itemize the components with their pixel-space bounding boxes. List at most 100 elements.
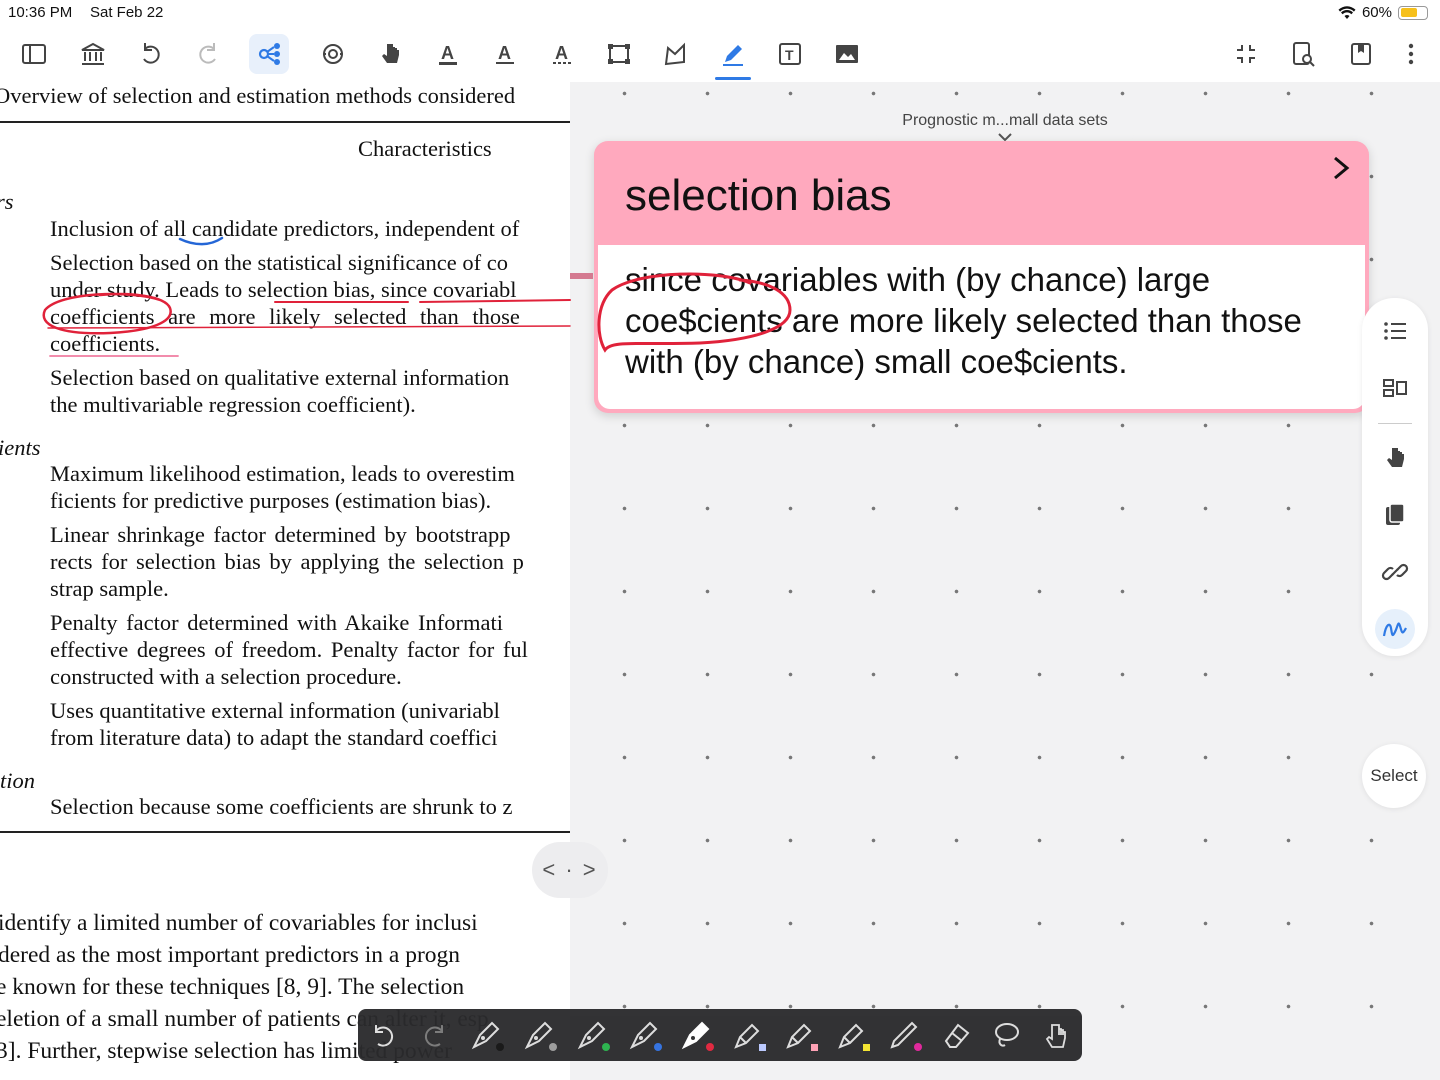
text-line: the multivariable regression coefficient… [50, 392, 416, 417]
text-line: ficients for predictive purposes (estima… [50, 488, 492, 513]
body-line: dered as the most important predictors i… [0, 942, 461, 968]
svg-text:T: T [785, 47, 794, 63]
pen-color-dot [496, 1043, 504, 1051]
pen-toolbar [358, 1009, 1082, 1061]
pen-color-dot [914, 1043, 922, 1051]
table-rule-bottom [0, 831, 570, 833]
status-date: Sat Feb 22 [90, 4, 164, 21]
search-doc-icon[interactable] [1283, 34, 1323, 74]
ink-icon[interactable] [1375, 609, 1415, 649]
top-toolbar: A A A T [0, 26, 1440, 82]
text-line: effective degrees of freedom. Penalty fa… [50, 637, 528, 662]
battery-percent: 60% [1361, 4, 1392, 21]
touch-icon[interactable] [1038, 1017, 1074, 1053]
pen-color-dot [549, 1043, 557, 1051]
mindmap-icon[interactable] [249, 34, 289, 74]
status-right: 60% [1338, 4, 1428, 21]
text-line: Selection based on qualitative external … [50, 365, 510, 390]
pen-color-dot [759, 1044, 766, 1051]
row-label: ients [0, 435, 41, 460]
text-line: constructed with a selection procedure. [50, 664, 402, 689]
breadcrumb-label: Prognostic m...mall data sets [902, 112, 1108, 129]
text-line: Selection because some coefficients are … [50, 794, 513, 819]
redo-icon[interactable] [416, 1017, 452, 1053]
text-line: Linear shrinkage factor determined by bo… [50, 522, 511, 547]
bookmark-icon[interactable] [1341, 34, 1381, 74]
svg-text:A: A [555, 43, 568, 63]
sidebar-icon[interactable] [14, 34, 54, 74]
pen-color-dot [706, 1043, 714, 1051]
redo-icon[interactable] [188, 34, 228, 74]
highlighter-icon[interactable] [834, 1017, 870, 1053]
library-icon[interactable] [73, 34, 113, 74]
text-line: rects for selection bias by applying the… [50, 549, 524, 574]
pane-splitter[interactable]: < · > [532, 842, 608, 898]
select-button[interactable]: Select [1362, 744, 1426, 808]
fountain-pen-icon[interactable] [574, 1017, 610, 1053]
pen-color-dot [863, 1044, 870, 1051]
highlighter-icon[interactable] [730, 1017, 766, 1053]
row-label: tion [0, 768, 36, 793]
hand-icon[interactable] [370, 34, 410, 74]
outline-icon[interactable] [1375, 311, 1415, 351]
textbox-icon[interactable]: T [770, 34, 810, 74]
lasso-icon[interactable] [988, 1017, 1024, 1053]
pen-icon[interactable] [713, 34, 753, 80]
table-caption: Overview of selection and estimation met… [0, 83, 516, 108]
note-card[interactable]: selection bias since covariables with (b… [594, 141, 1369, 413]
svg-text:A: A [441, 43, 454, 63]
card-body: since covariables with (by chance) large… [598, 245, 1365, 409]
card-body-text: since covariables with (by chance) large… [625, 261, 1302, 380]
pen-color-dot [811, 1044, 818, 1051]
link-icon[interactable] [1375, 552, 1415, 592]
text-line: Inclusion of all candidate predictors, i… [50, 216, 520, 241]
text-strike-icon[interactable]: A [542, 34, 582, 74]
chevron-right-icon[interactable] [1329, 153, 1353, 183]
more-icon[interactable] [1391, 34, 1431, 74]
sync-icon[interactable] [313, 34, 353, 74]
text-line: Penalty factor determined with Akaike In… [50, 610, 503, 635]
row-label: rs [0, 189, 14, 214]
sidebar-divider [1378, 423, 1412, 424]
text-line: Uses quantitative external information (… [50, 698, 500, 723]
text-highlight-icon[interactable]: A [428, 34, 468, 74]
text-line: under study. Leads to selection bias, si… [50, 277, 517, 302]
svg-text:A: A [498, 43, 511, 63]
highlighter-icon[interactable] [782, 1017, 818, 1053]
fountain-pen-icon[interactable] [468, 1017, 504, 1053]
copy-icon[interactable] [1375, 495, 1415, 535]
body-line: identify a limited number of covariables… [0, 910, 478, 936]
eraser-icon[interactable] [938, 1017, 974, 1053]
text-line: strap sample. [50, 576, 169, 601]
shape-icon[interactable] [656, 34, 696, 74]
hand-icon[interactable] [1375, 438, 1415, 478]
wifi-icon [1338, 5, 1356, 19]
text-line: from literature data) to adapt the stand… [50, 725, 498, 750]
image-icon[interactable] [827, 34, 867, 74]
text-line: coefficients are more likely selected th… [50, 304, 520, 329]
layout-icon[interactable] [1375, 368, 1415, 408]
text-line: Maximum likelihood estimation, leads to … [50, 461, 515, 486]
undo-icon[interactable] [366, 1017, 402, 1053]
body-line: e known for these techniques [8, 9]. The… [0, 974, 465, 1000]
fountain-pen-icon[interactable] [626, 1017, 662, 1053]
status-time: 10:36 PM [8, 4, 73, 21]
collapse-icon[interactable] [1226, 34, 1266, 74]
fountain-pen-icon[interactable] [521, 1017, 557, 1053]
text-line: Selection based on the statistical signi… [50, 250, 508, 275]
pdf-page[interactable]: Overview of selection and estimation met… [0, 82, 570, 1080]
pen-color-dot [654, 1043, 662, 1051]
status-bar: 10:36 PM Sat Feb 22 60% [0, 0, 1440, 26]
undo-icon[interactable] [131, 34, 171, 74]
card-title: selection bias [625, 171, 892, 220]
pen-color-dot [602, 1043, 610, 1051]
crop-icon[interactable] [599, 34, 639, 74]
splitter-label: < · > [542, 857, 598, 882]
right-sidebar [1362, 298, 1428, 656]
battery-icon [1398, 5, 1428, 20]
marker-icon[interactable] [886, 1017, 922, 1053]
fountain-pen-icon[interactable] [678, 1017, 714, 1053]
table-rule-top [0, 121, 570, 123]
column-header: Characteristics [358, 136, 492, 161]
text-underline-icon[interactable]: A [485, 34, 525, 74]
